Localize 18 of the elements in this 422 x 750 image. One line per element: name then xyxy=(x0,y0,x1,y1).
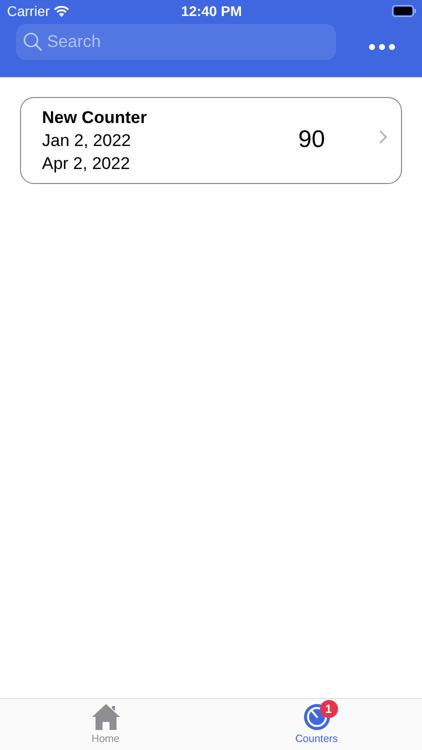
more-icon xyxy=(369,44,395,50)
house-icon xyxy=(90,703,120,731)
timer-icon xyxy=(302,703,330,731)
counter-value: 90 xyxy=(298,126,325,154)
more-button[interactable] xyxy=(369,44,395,50)
start-date: Jan 2, 2022 xyxy=(42,130,132,150)
counter-title: New Counter xyxy=(42,108,148,128)
battery-icon xyxy=(392,5,416,17)
search-icon xyxy=(23,32,43,52)
notification-badge: 1 xyxy=(320,700,338,718)
clock-time: 12:40 PM xyxy=(181,3,242,19)
tab-item[interactable]: 1 Counters xyxy=(211,699,422,750)
carrier-name: Carrier xyxy=(7,3,50,19)
tab-item[interactable]: Home xyxy=(0,699,211,750)
chevron-icon xyxy=(379,130,387,144)
counter-card[interactable]: New Counter Jan 2, 2022 Apr 2, 2022 90 xyxy=(20,97,402,184)
wifi-icon xyxy=(54,6,69,16)
end-date: Apr 2, 2022 xyxy=(42,154,131,174)
